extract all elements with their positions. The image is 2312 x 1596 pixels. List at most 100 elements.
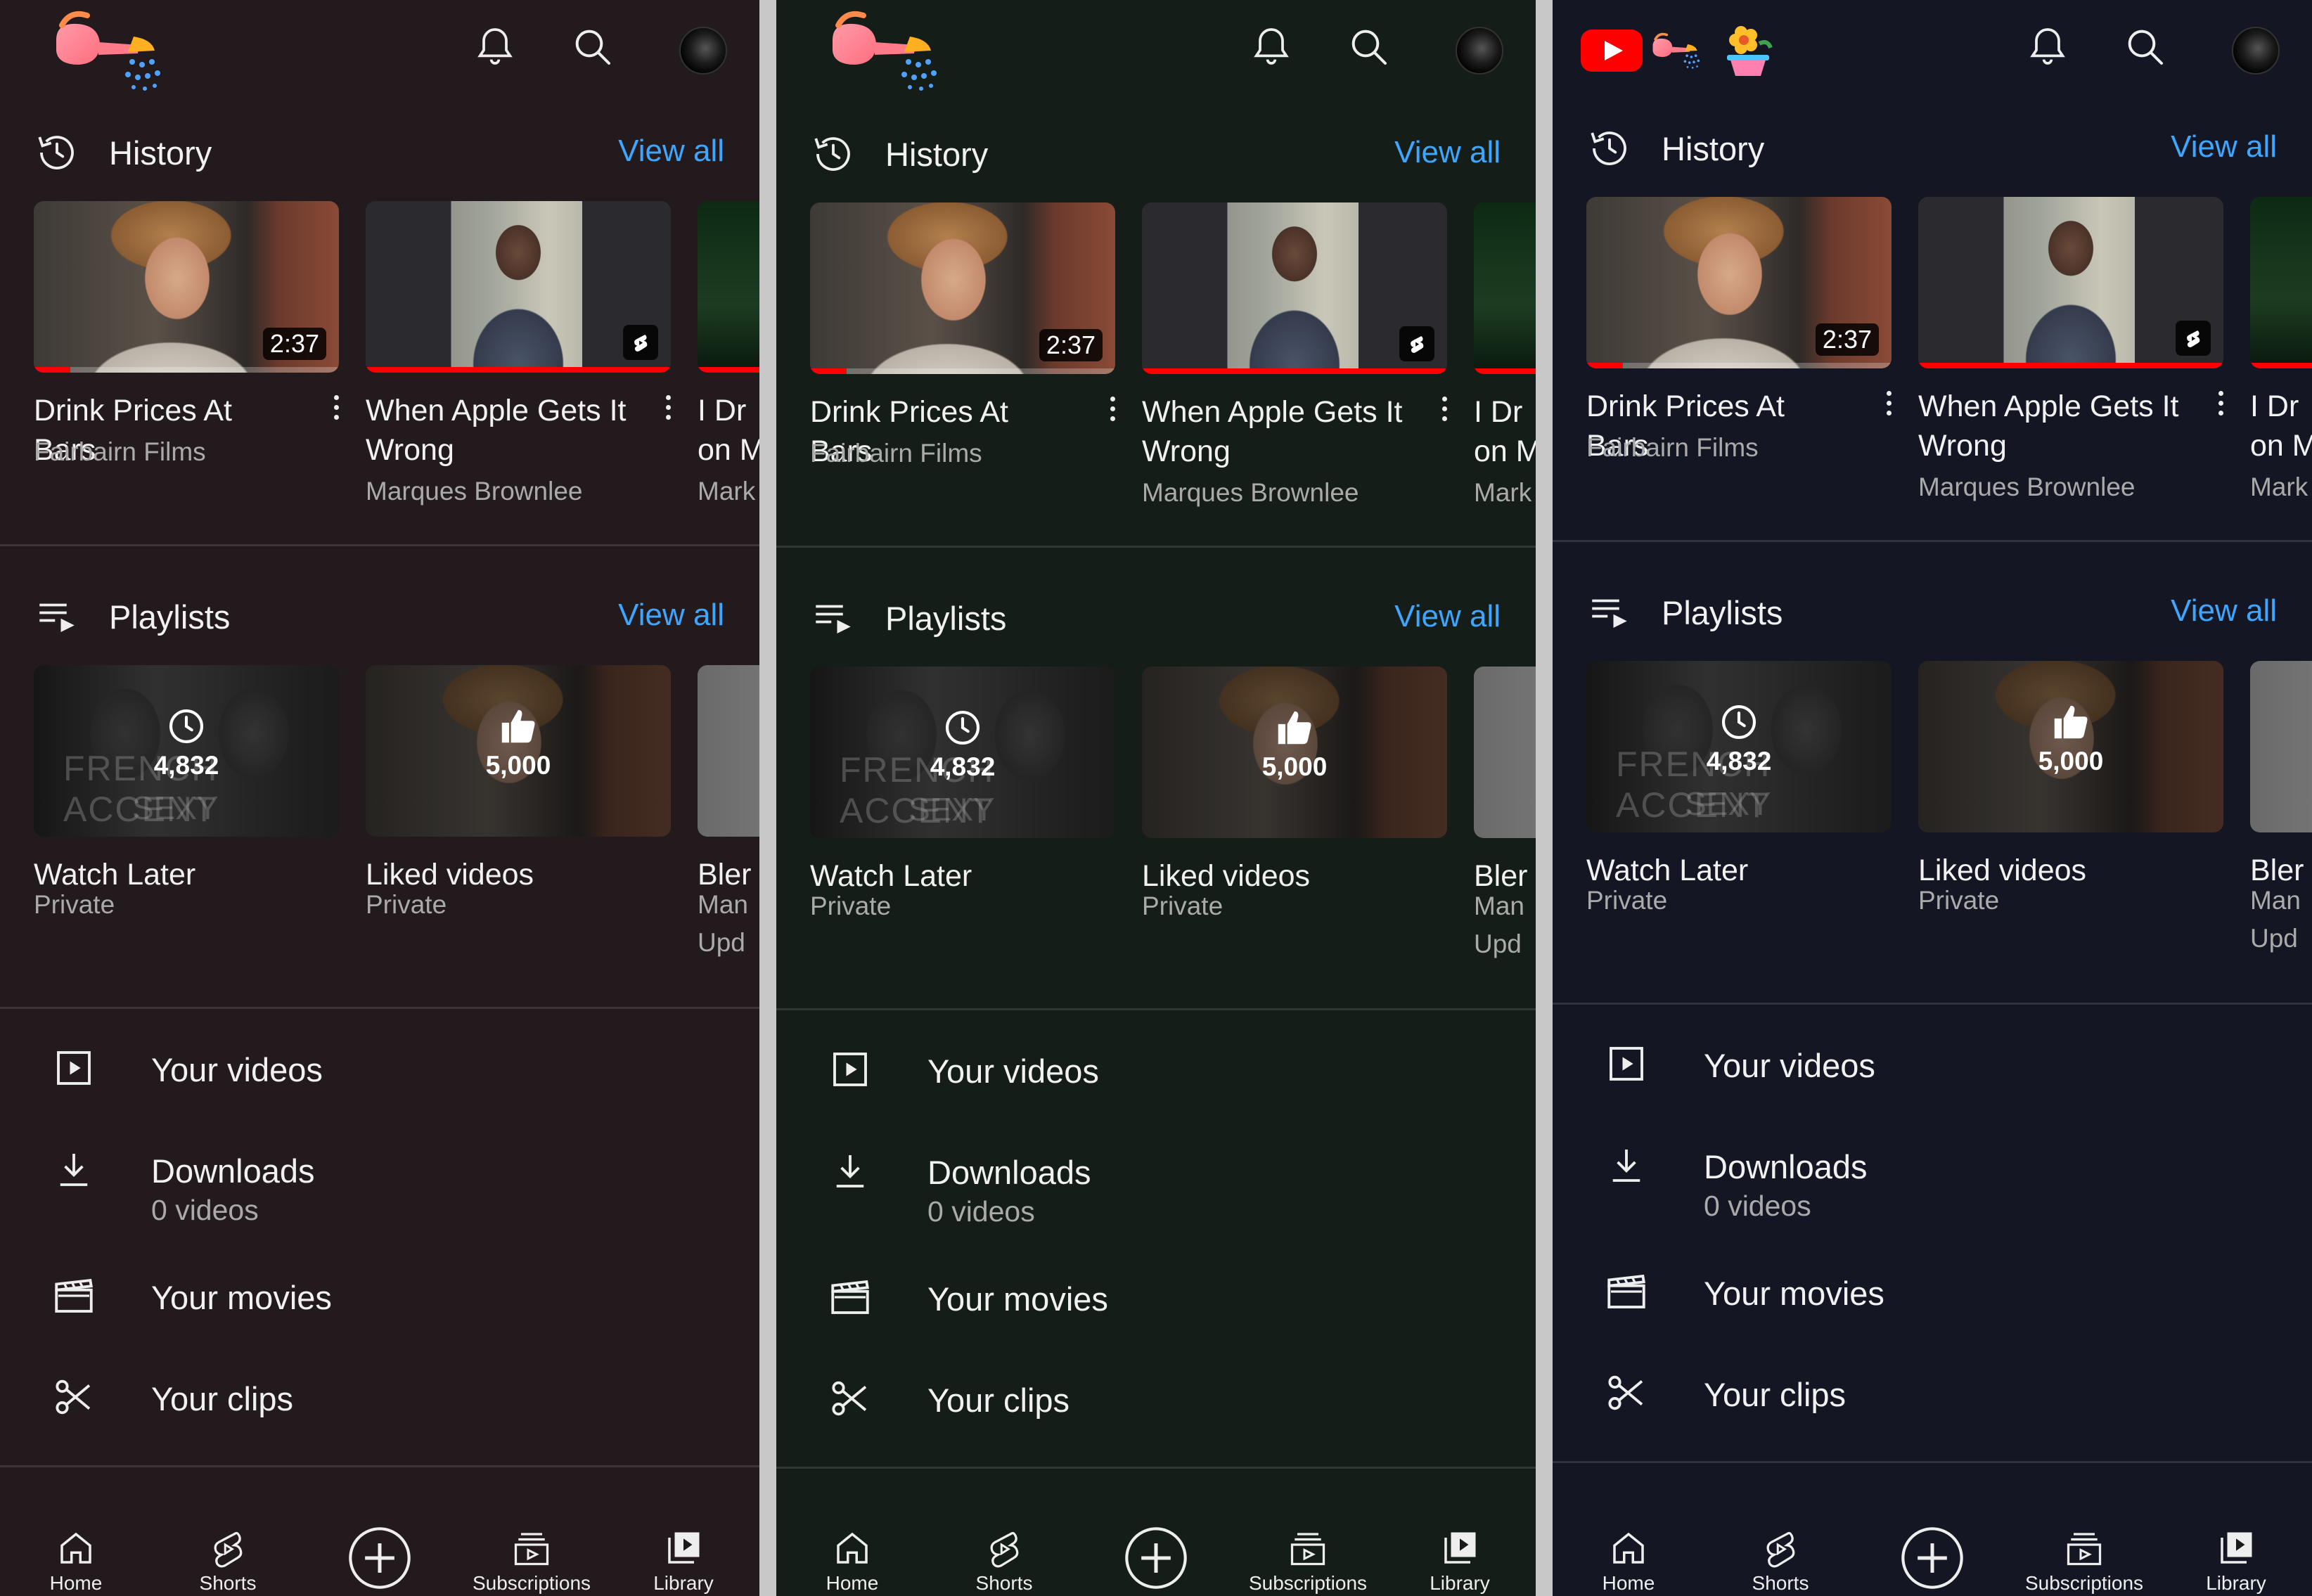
video-thumbnail[interactable]: 2:37 (34, 201, 339, 373)
video-thumbnail[interactable] (366, 201, 671, 373)
bottom-navigation: Home Shorts Subscriptions Library (0, 1512, 759, 1596)
video-title[interactable]: When Apple Gets It Wrong (1142, 392, 1409, 471)
playlist-thumbnail[interactable]: 5,000 (1142, 667, 1447, 838)
menu-your-movies[interactable]: Your movies (0, 1259, 759, 1336)
search-icon[interactable] (1346, 24, 1391, 69)
channel-name[interactable]: Fairbairn Films (34, 437, 206, 467)
nav-create[interactable] (1856, 1512, 2008, 1596)
menu-your-movies[interactable]: Your movies (1553, 1254, 2312, 1332)
search-icon[interactable] (2122, 24, 2167, 69)
video-title[interactable]: I Dr on M (2250, 387, 2312, 465)
playlist-title[interactable]: Bler (1474, 856, 1536, 896)
nav-subscriptions[interactable]: Subscriptions (456, 1512, 608, 1596)
channel-name[interactable]: Marques Brownlee (1142, 478, 1359, 508)
channel-name[interactable]: Fairbairn Films (1586, 433, 1759, 463)
video-title[interactable]: When Apple Gets It Wrong (366, 391, 633, 470)
bell-icon[interactable] (2025, 24, 2070, 69)
menu-your-clips[interactable]: Your clips (1553, 1356, 2312, 1433)
history-view-all-link[interactable]: View all (618, 134, 724, 169)
menu-your-videos[interactable]: Your videos (0, 1031, 759, 1108)
doodle-logo[interactable] (826, 8, 966, 93)
menu-downloads[interactable]: Downloads 0 videos (776, 1133, 1536, 1228)
playlists-view-all-link[interactable]: View all (2171, 593, 2277, 629)
history-view-all-link[interactable]: View all (2171, 129, 2277, 165)
playlist-thumbnail[interactable]: FRENCH ACCENT SEXY 4,832 (34, 665, 339, 837)
account-avatar[interactable] (2232, 27, 2280, 75)
video-title[interactable]: I Dr on M (698, 391, 759, 470)
video-thumbnail[interactable]: 2:37 (1586, 197, 1892, 368)
menu-downloads[interactable]: Downloads 0 videos (1553, 1128, 2312, 1222)
more-options-icon[interactable] (660, 392, 676, 427)
playlist-title[interactable]: Watch Later (1586, 851, 1854, 890)
menu-your-videos[interactable]: Your videos (776, 1032, 1536, 1109)
more-options-icon[interactable] (1436, 394, 1453, 429)
playlist-video-count: 5,000 (485, 751, 551, 780)
nav-library[interactable]: Library (2160, 1512, 2312, 1596)
menu-your-clips[interactable]: Your clips (776, 1361, 1536, 1439)
playlist-title[interactable]: Bler (2250, 851, 2312, 890)
playlist-title[interactable]: Watch Later (810, 856, 1077, 896)
playlists-view-all-link[interactable]: View all (1394, 599, 1501, 634)
nav-shorts[interactable]: Shorts (928, 1512, 1080, 1596)
playlist-title[interactable]: Watch Later (34, 855, 301, 894)
nav-create[interactable] (1080, 1512, 1232, 1596)
playlists-view-all-link[interactable]: View all (618, 598, 724, 633)
menu-your-movies[interactable]: Your movies (776, 1260, 1536, 1337)
doodle-logo[interactable] (49, 8, 190, 93)
channel-name[interactable]: Mark (698, 477, 755, 506)
progress-track (34, 367, 339, 373)
playlist-title[interactable]: Liked videos (1918, 851, 2185, 890)
account-avatar[interactable] (679, 27, 727, 75)
playlist-thumbnail[interactable]: FRENCH ACCENT SEXY 4,832 (1586, 661, 1892, 832)
channel-name[interactable]: Fairbairn Films (810, 439, 982, 468)
scissors-icon (827, 1375, 873, 1422)
menu-your-clips[interactable]: Your clips (0, 1360, 759, 1437)
menu-your-videos[interactable]: Your videos (1553, 1027, 2312, 1104)
video-title[interactable]: I Dr on M (1474, 392, 1536, 471)
playlist-thumbnail[interactable]: 5,000 (366, 665, 671, 837)
nav-shorts[interactable]: Shorts (152, 1512, 304, 1596)
nav-library[interactable]: Library (608, 1512, 759, 1596)
playlist-thumbnail[interactable]: 5,000 (1918, 661, 2223, 832)
playlist-title[interactable]: Liked videos (1142, 856, 1409, 896)
search-icon[interactable] (570, 24, 615, 69)
nav-shorts[interactable]: Shorts (1704, 1512, 1856, 1596)
video-thumbnail[interactable] (1918, 197, 2223, 368)
bell-icon[interactable] (1249, 24, 1294, 69)
video-thumbnail[interactable] (2250, 197, 2312, 368)
video-thumbnail[interactable]: 2:37 (810, 202, 1115, 374)
history-view-all-link[interactable]: View all (1394, 135, 1501, 170)
watch-progress-bar (1474, 368, 1536, 374)
channel-name[interactable]: Marques Brownlee (366, 477, 582, 506)
more-options-icon[interactable] (1880, 388, 1897, 423)
bell-icon[interactable] (473, 24, 518, 69)
playlist-thumbnail[interactable] (2250, 661, 2312, 832)
video-thumbnail[interactable] (1474, 202, 1536, 374)
menu-downloads[interactable]: Downloads 0 videos (0, 1132, 759, 1226)
playlist-thumbnail[interactable]: FRENCH ACCENT SEXY 4,832 (810, 667, 1115, 838)
channel-name[interactable]: Marques Brownlee (1918, 472, 2135, 502)
playlist-thumbnail[interactable] (698, 665, 759, 837)
nav-label: Shorts (199, 1572, 257, 1594)
channel-name[interactable]: Mark (2250, 472, 2308, 502)
nav-create[interactable] (304, 1512, 456, 1596)
more-options-icon[interactable] (2212, 388, 2229, 423)
nav-library[interactable]: Library (1384, 1512, 1536, 1596)
account-avatar[interactable] (1456, 27, 1503, 75)
nav-subscriptions[interactable]: Subscriptions (2008, 1512, 2160, 1596)
nav-home[interactable]: Home (0, 1512, 152, 1596)
nav-home[interactable]: Home (1553, 1512, 1704, 1596)
playlist-title[interactable]: Bler (698, 855, 759, 894)
history-section-header: History View all (1553, 120, 2312, 176)
video-thumbnail[interactable] (1142, 202, 1447, 374)
video-title[interactable]: When Apple Gets It Wrong (1918, 387, 2185, 465)
more-options-icon[interactable] (1104, 394, 1121, 429)
video-thumbnail[interactable] (698, 201, 759, 373)
doodle-logo[interactable] (1581, 8, 1776, 93)
playlist-title[interactable]: Liked videos (366, 855, 633, 894)
more-options-icon[interactable] (328, 392, 345, 427)
playlist-thumbnail[interactable] (1474, 667, 1536, 838)
nav-subscriptions[interactable]: Subscriptions (1232, 1512, 1384, 1596)
channel-name[interactable]: Mark (1474, 478, 1531, 508)
nav-home[interactable]: Home (776, 1512, 928, 1596)
